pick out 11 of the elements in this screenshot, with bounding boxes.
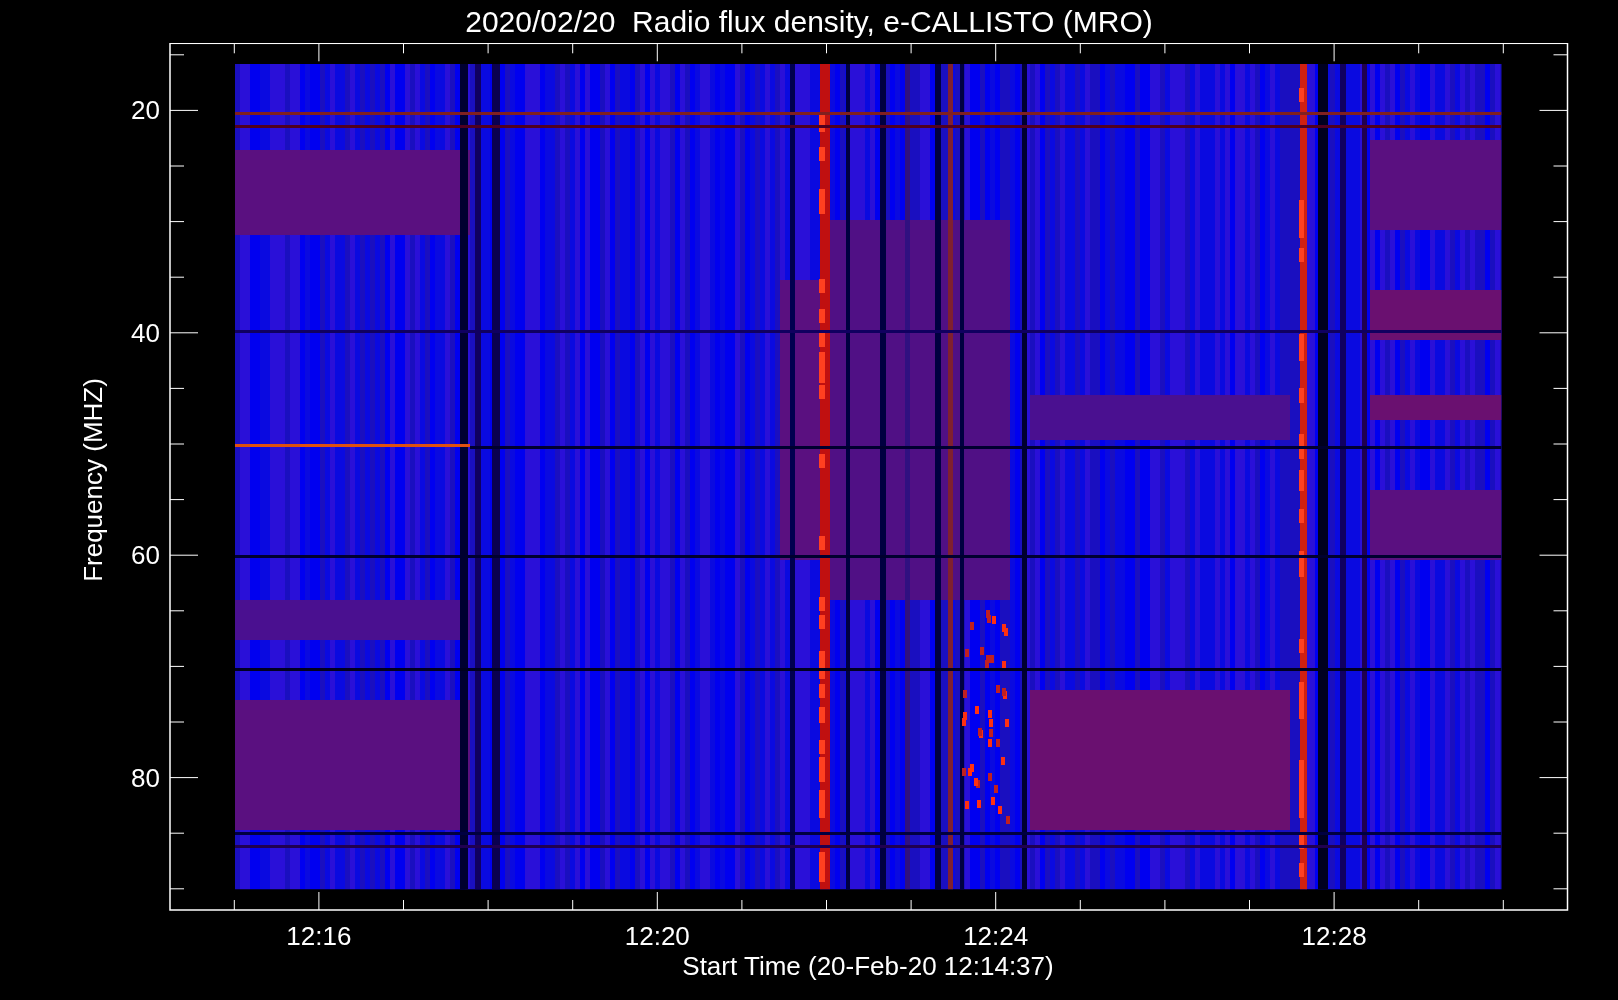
y-tick-label: 40 (131, 317, 160, 348)
x-tick-label: 12:16 (286, 921, 352, 951)
chart-title: 2020/02/20 Radio flux density, e-CALLISTO (MRO) (465, 6, 1153, 37)
y-tick-label: 60 (131, 540, 160, 571)
y-axis-label: Frequency (MHZ) (78, 378, 108, 582)
y-tick-label: 20 (131, 95, 160, 126)
x-tick-label: 12:20 (624, 921, 690, 951)
x-tick-label: 12:28 (1301, 921, 1367, 951)
x-tick-label: 12:24 (963, 921, 1029, 951)
y-tick-label: 80 (131, 762, 160, 793)
x-axis-label: Start Time (20-Feb-20 12:14:37) (682, 951, 1054, 981)
